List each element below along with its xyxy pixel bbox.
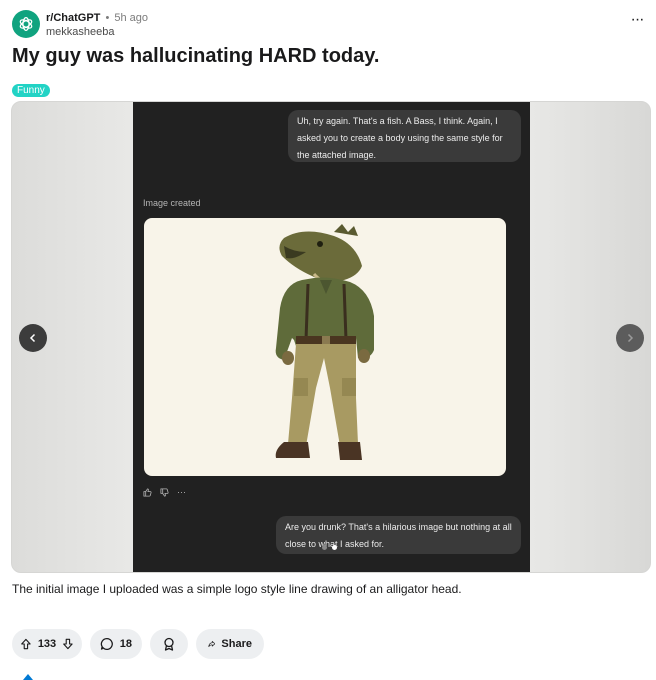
user-message-bubble-2: Are you drunk? That's a hilarious image … <box>276 516 521 554</box>
message-more-icon[interactable]: ··· <box>177 487 186 497</box>
chat-screenshot: Uh, try again. That's a fish. A Bass, I … <box>133 102 530 572</box>
post-flair[interactable]: Funny <box>12 84 50 97</box>
user-message-bubble: Uh, try again. That's a fish. A Bass, I … <box>288 110 521 162</box>
comment-count: 18 <box>119 638 132 650</box>
post-header: r/ChatGPT • 5h ago mekkasheeba ··· <box>12 8 648 42</box>
fish-man-illustration <box>275 224 374 460</box>
pager-dot[interactable] <box>322 545 327 550</box>
vote-control: 133 <box>12 629 82 659</box>
generated-image <box>144 218 506 476</box>
thumbs-up-icon[interactable] <box>143 487 152 497</box>
downvote-icon[interactable] <box>62 637 74 651</box>
gallery-next-button[interactable] <box>616 324 644 352</box>
more-options-icon[interactable]: ··· <box>626 12 648 30</box>
gallery-pager <box>322 545 337 550</box>
chevron-right-icon <box>627 333 634 343</box>
comments-button[interactable]: 18 <box>90 629 142 659</box>
subreddit-name[interactable]: r/ChatGPT <box>46 12 100 24</box>
image-created-label: Image created <box>143 198 201 208</box>
meta-separator: • <box>105 12 110 24</box>
subreddit-avatar[interactable] <box>12 10 40 38</box>
chatgpt-logo-icon <box>19 17 33 31</box>
image-gallery[interactable]: Uh, try again. That's a fish. A Bass, I … <box>11 101 651 573</box>
pager-dot-active[interactable] <box>332 545 337 550</box>
award-button[interactable] <box>150 629 188 659</box>
chevron-left-icon <box>29 333 36 343</box>
post-author[interactable]: mekkasheeba <box>46 26 115 38</box>
share-icon <box>208 641 216 647</box>
post-title[interactable]: My guy was hallucinating HARD today. <box>12 44 642 68</box>
share-button[interactable]: Share <box>196 629 264 659</box>
upvote-icon[interactable] <box>20 637 32 651</box>
post-body: The initial image I uploaded was a simpl… <box>12 582 462 596</box>
comment-icon <box>100 637 113 650</box>
gallery-prev-button[interactable] <box>19 324 47 352</box>
vote-count: 133 <box>37 638 57 650</box>
award-icon <box>164 637 174 651</box>
thumbs-down-icon[interactable] <box>160 487 169 497</box>
message-actions: ··· <box>143 486 186 498</box>
post-time: 5h ago <box>114 12 149 24</box>
share-label: Share <box>221 638 252 650</box>
next-post-upvote-icon <box>23 674 33 680</box>
post-action-bar: 133 18 Share <box>12 629 264 659</box>
post-meta: r/ChatGPT • 5h ago <box>46 12 148 25</box>
